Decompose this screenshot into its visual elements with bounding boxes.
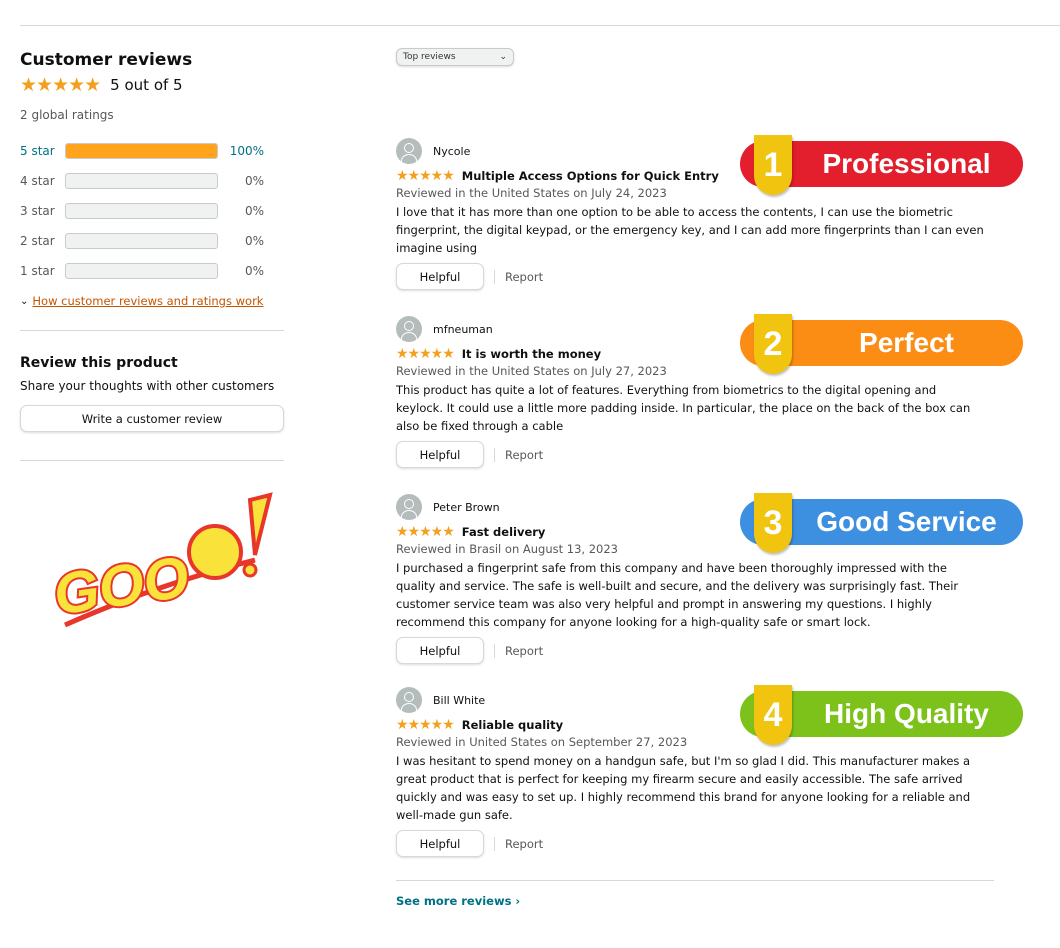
badge-high-quality: 4 High Quality: [740, 685, 1023, 745]
histogram-row-2: 2 star 0%: [20, 226, 284, 256]
top-divider: [20, 25, 1060, 26]
star-rating-icon: ★★★★★: [396, 346, 455, 362]
review-title[interactable]: Fast delivery: [462, 525, 546, 539]
review-body: This product has quite a lot of features…: [396, 383, 971, 433]
write-review-button[interactable]: Write a customer review: [20, 405, 284, 432]
histogram-bar: [65, 173, 218, 189]
histogram-row-4: 4 star 0%: [20, 166, 284, 196]
review-title[interactable]: Reliable quality: [462, 718, 563, 732]
see-more-reviews-link[interactable]: See more reviews ›: [396, 894, 520, 908]
review-author[interactable]: mfneuman: [433, 323, 493, 336]
histogram-label: 1 star: [20, 264, 55, 278]
review-product-title: Review this product: [20, 355, 178, 371]
histogram-label: 2 star: [20, 234, 55, 248]
how-reviews-work-link[interactable]: How customer reviews and ratings work: [32, 294, 263, 308]
divider: [494, 836, 495, 851]
global-ratings: 2 global ratings: [20, 108, 114, 122]
histogram-percent: 0%: [244, 174, 264, 188]
histogram-fill: [66, 144, 217, 158]
rating-text: 5 out of 5: [110, 76, 183, 94]
histogram-percent: 0%: [244, 234, 264, 248]
review-meta: Reviewed in United States on September 2…: [396, 735, 688, 749]
avatar-icon: [396, 687, 422, 713]
star-rating-icon: ★★★★★: [396, 168, 455, 184]
report-link[interactable]: Report: [505, 270, 543, 284]
sort-dropdown[interactable]: Top reviews ⌄: [396, 48, 514, 66]
review-meta: Reviewed in the United States on July 24…: [396, 186, 667, 200]
badge-text: High Quality: [824, 698, 989, 729]
ratings-sidebar: Customer reviews ★★★★★ 5 out of 5 2 glob…: [20, 50, 284, 461]
badge-number: 4: [754, 685, 792, 745]
report-link[interactable]: Report: [505, 837, 543, 851]
badge-number: 2: [754, 314, 792, 374]
histogram-bar: [65, 263, 218, 279]
divider: [494, 447, 495, 462]
review-author[interactable]: Bill White: [433, 694, 485, 707]
helpful-button[interactable]: Helpful: [396, 263, 484, 290]
divider: [494, 643, 495, 658]
histogram-bar: [65, 143, 218, 159]
review-author[interactable]: Nycole: [433, 145, 470, 158]
badge-text: Professional: [822, 148, 991, 179]
avatar-icon: [396, 138, 422, 164]
avatar-icon: [396, 494, 422, 520]
review-body: I purchased a fingerprint safe from this…: [396, 561, 959, 629]
svg-text:GOO: GOO: [50, 544, 193, 627]
review-meta: Reviewed in the United States on July 27…: [396, 364, 667, 378]
report-link[interactable]: Report: [505, 448, 543, 462]
helpful-button[interactable]: Helpful: [396, 830, 484, 857]
badge-professional: 1 Professional: [740, 135, 1023, 195]
histogram-row-1: 1 star 0%: [20, 256, 284, 286]
histogram-label: 5 star: [20, 144, 55, 158]
divider: [20, 330, 284, 331]
badge-perfect: 2 Perfect: [740, 314, 1023, 374]
review-product-subtitle: Share your thoughts with other customers: [20, 379, 275, 393]
badge-text: Perfect: [859, 327, 954, 358]
divider: [494, 269, 495, 284]
histogram-percent: 100%: [229, 144, 264, 158]
sort-selected: Top reviews: [403, 52, 456, 62]
badge-text: Good Service: [816, 506, 997, 537]
section-title: Customer reviews: [20, 50, 193, 70]
good-logo: GOO: [48, 492, 273, 629]
histogram-label: 4 star: [20, 174, 55, 188]
histogram-label: 3 star: [20, 204, 55, 218]
chevron-down-icon: ⌄: [20, 295, 29, 307]
badge-number: 3: [754, 493, 792, 553]
histogram-row-5[interactable]: 5 star 100%: [20, 136, 284, 166]
review-title[interactable]: It is worth the money: [462, 347, 601, 361]
helpful-button[interactable]: Helpful: [396, 637, 484, 664]
review-body: I was hesitant to spend money on a handg…: [396, 754, 971, 822]
helpful-button[interactable]: Helpful: [396, 441, 484, 468]
review-title[interactable]: Multiple Access Options for Quick Entry: [462, 169, 719, 183]
star-rating-icon: ★★★★★: [20, 74, 101, 96]
histogram-percent: 0%: [244, 204, 264, 218]
histogram-row-3: 3 star 0%: [20, 196, 284, 226]
histogram-percent: 0%: [244, 264, 264, 278]
rating-histogram: 5 star 100% 4 star 0% 3 star 0% 2 star 0% 1 …: [20, 136, 284, 286]
review-body: I love that it has more than one option …: [396, 205, 984, 255]
histogram-bar: [65, 233, 218, 249]
star-rating-icon: ★★★★★: [396, 717, 455, 733]
divider: [396, 880, 994, 881]
histogram-bar: [65, 203, 218, 219]
badge-number: 1: [754, 135, 792, 195]
chevron-down-icon: ⌄: [499, 52, 507, 62]
star-rating-icon: ★★★★★: [396, 524, 455, 540]
badge-good-service: 3 Good Service: [740, 493, 1023, 553]
avatar-icon: [396, 316, 422, 342]
divider: [20, 460, 284, 461]
review-author[interactable]: Peter Brown: [433, 501, 500, 514]
report-link[interactable]: Report: [505, 644, 543, 658]
